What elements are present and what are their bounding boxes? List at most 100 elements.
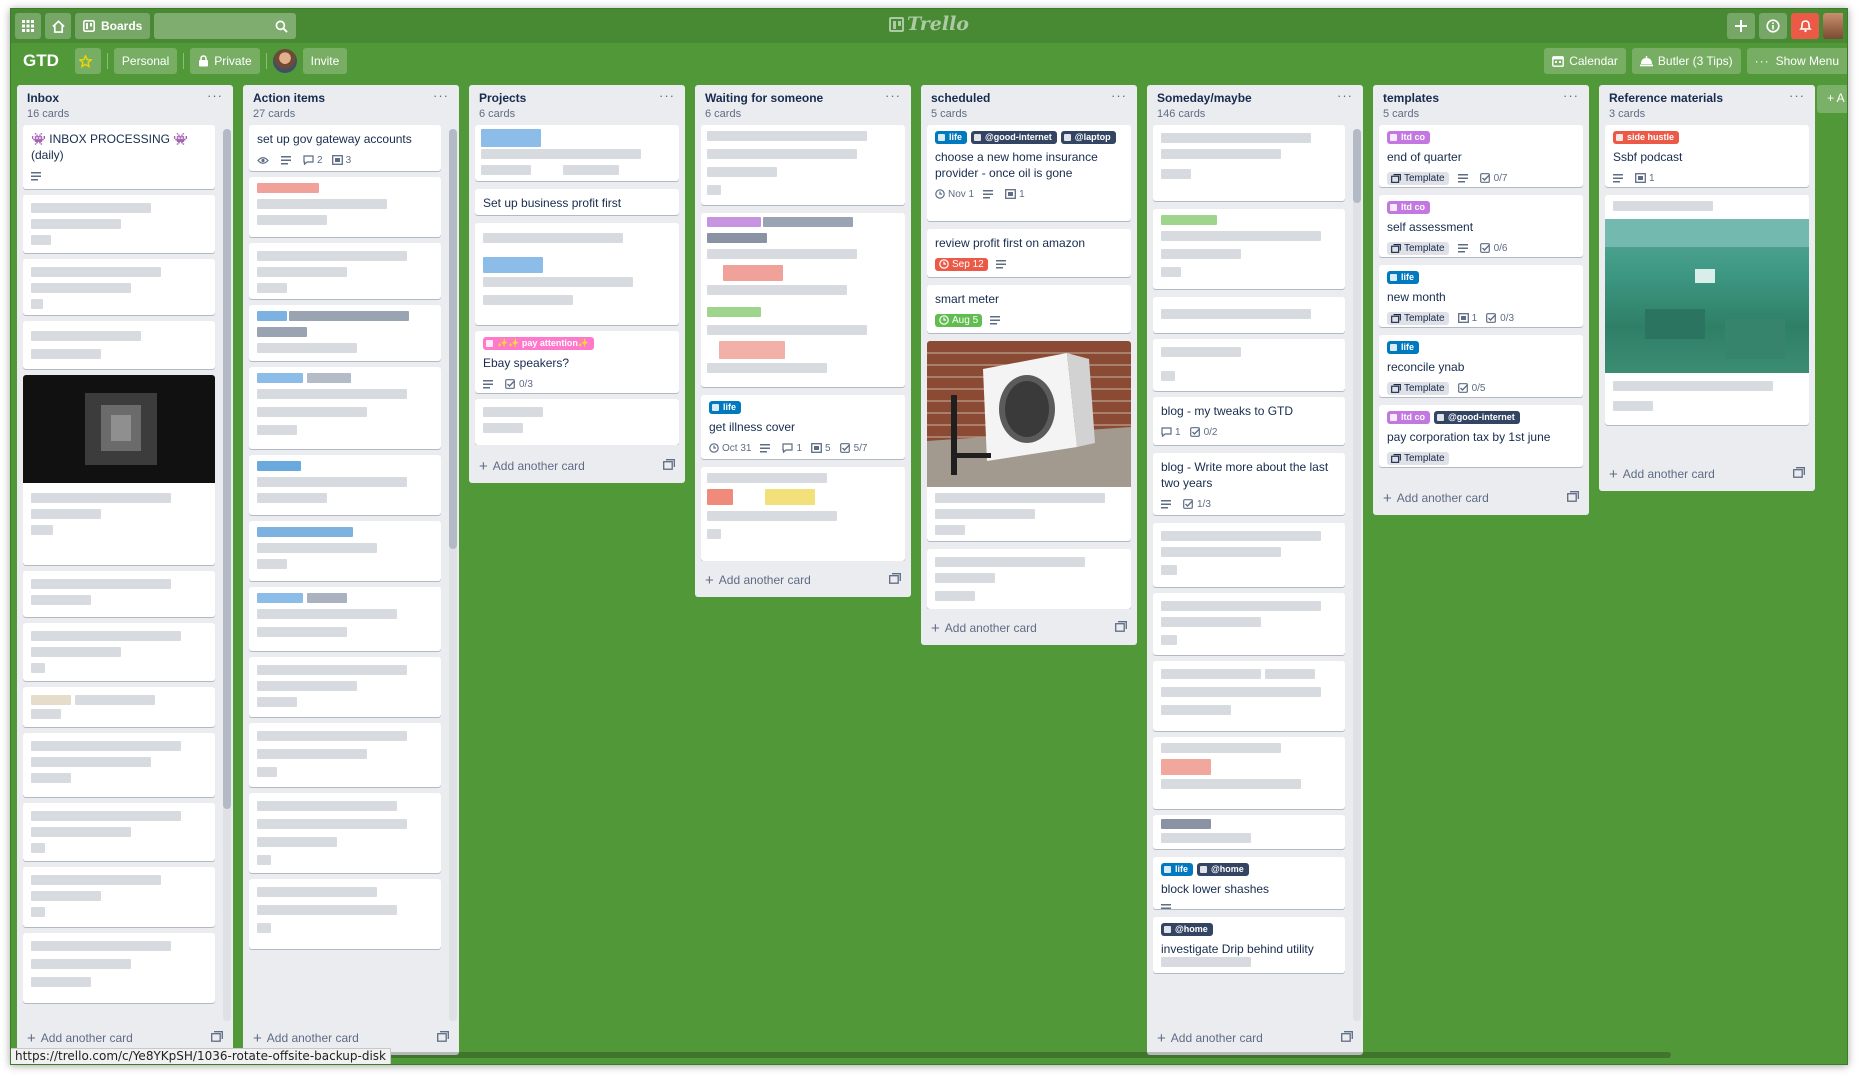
board-horizontal-scrollbar[interactable] [356, 1052, 1847, 1060]
card[interactable]: life get illness cover Oct 31 1 5 5/7 [701, 395, 905, 459]
card[interactable]: ✨✨ pay attention✨ Ebay speakers? 0/3 [475, 331, 679, 393]
scrollbar-thumb[interactable] [356, 1052, 1671, 1058]
invite-button[interactable]: Invite [302, 48, 348, 74]
blurred-card[interactable] [1153, 815, 1345, 849]
template-icon[interactable] [437, 1031, 449, 1045]
blurred-card[interactable] [475, 399, 679, 445]
blurred-card[interactable] [1153, 737, 1345, 809]
list-title[interactable]: Action items [253, 91, 449, 105]
blurred-card[interactable] [23, 623, 215, 681]
blurred-card[interactable] [1153, 339, 1345, 391]
template-card[interactable]: ltd co @good-internet pay corporation ta… [1379, 405, 1583, 467]
list-title[interactable]: Someday/maybe [1157, 91, 1353, 105]
list-title[interactable]: Waiting for someone [705, 91, 901, 105]
blurred-card[interactable] [249, 367, 441, 449]
add-card-button[interactable]: + Add another card [1383, 490, 1489, 507]
blurred-card[interactable] [249, 587, 441, 651]
blurred-card[interactable] [249, 521, 441, 581]
blurred-card[interactable] [1153, 593, 1345, 655]
blurred-card[interactable] [23, 321, 215, 369]
add-card-button[interactable]: + Add another card [931, 620, 1037, 637]
create-button[interactable] [1727, 13, 1755, 39]
visibility-button[interactable]: Private [190, 48, 260, 74]
member-avatar[interactable] [272, 49, 297, 73]
card[interactable]: blog - Write more about the last two yea… [1153, 453, 1345, 515]
add-list-button[interactable]: + A [1817, 85, 1847, 113]
list-menu-icon[interactable]: ··· [885, 88, 901, 103]
card[interactable]: 👾 INBOX PROCESSING 👾 (daily) [23, 125, 215, 189]
blurred-card[interactable] [249, 723, 441, 787]
template-icon[interactable] [1567, 491, 1579, 505]
blurred-card[interactable] [23, 733, 215, 797]
blurred-card[interactable] [701, 125, 905, 205]
list-menu-icon[interactable]: ··· [433, 88, 449, 103]
blurred-card[interactable] [927, 549, 1131, 609]
blurred-card[interactable] [249, 305, 441, 361]
list-header[interactable]: templates 5 cards ··· [1373, 85, 1589, 125]
scrollbar-thumb[interactable] [449, 129, 457, 549]
card[interactable]: blog - my tweaks to GTD 1 0/2 [1153, 397, 1345, 445]
blurred-card[interactable] [249, 657, 441, 717]
list-title[interactable]: scheduled [931, 91, 1127, 105]
template-card[interactable]: ltd co self assessment Template 0/6 [1379, 195, 1583, 257]
template-icon[interactable] [1341, 1031, 1353, 1045]
blurred-card[interactable] [23, 195, 215, 253]
blurred-card[interactable] [23, 687, 215, 727]
image-card[interactable] [1605, 195, 1809, 425]
add-card-button[interactable]: + Add another card [27, 1030, 133, 1047]
blurred-card[interactable] [249, 879, 441, 949]
list-menu-icon[interactable]: ··· [207, 88, 223, 103]
blurred-card[interactable] [1153, 523, 1345, 587]
template-card[interactable]: ltd co end of quarter Template 0/7 [1379, 125, 1583, 187]
list-scrollbar[interactable] [1353, 129, 1361, 1021]
card[interactable]: review profit first on amazon Sep 12 [927, 229, 1131, 277]
boards-button[interactable]: Boards [75, 13, 151, 39]
team-button[interactable]: Personal [113, 48, 178, 74]
image-card[interactable] [927, 341, 1131, 541]
blurred-card[interactable] [1153, 661, 1345, 731]
list-header[interactable]: Inbox 16 cards ··· [17, 85, 233, 125]
apps-grid-button[interactable] [15, 13, 41, 39]
blurred-card[interactable] [1153, 209, 1345, 289]
butler-button[interactable]: Butler (3 Tips) [1631, 48, 1741, 74]
list-title[interactable]: Reference materials [1609, 91, 1805, 105]
blurred-card[interactable] [249, 793, 441, 873]
list-title[interactable]: Inbox [27, 91, 223, 105]
add-card-button[interactable]: + Add another card [1609, 466, 1715, 483]
list-menu-icon[interactable]: ··· [659, 88, 675, 103]
blurred-card[interactable] [249, 455, 441, 515]
list-header[interactable]: Projects 6 cards ··· [469, 85, 685, 125]
blurred-card[interactable] [23, 933, 215, 1003]
card[interactable]: smart meter Aug 5 [927, 285, 1131, 333]
list-menu-icon[interactable]: ··· [1563, 88, 1579, 103]
list-menu-icon[interactable]: ··· [1111, 88, 1127, 103]
list-title[interactable]: Projects [479, 91, 675, 105]
blurred-card[interactable] [701, 467, 905, 561]
list-header[interactable]: Someday/maybe 146 cards ··· [1147, 85, 1363, 125]
template-icon[interactable] [889, 573, 901, 587]
card[interactable]: Set up business profit first [475, 189, 679, 215]
card[interactable]: life @home block lower shashes [1153, 857, 1345, 909]
trello-logo[interactable]: Trello [889, 13, 969, 35]
blurred-card[interactable] [23, 867, 215, 927]
list-header[interactable]: Reference materials 3 cards ··· [1599, 85, 1815, 125]
blurred-card[interactable] [23, 803, 215, 861]
blurred-card[interactable] [249, 243, 441, 299]
list-scrollbar[interactable] [449, 129, 457, 1021]
template-icon[interactable] [1793, 467, 1805, 481]
template-card[interactable]: life reconcile ynab Template 0/5 [1379, 335, 1583, 397]
show-menu-button[interactable]: ··· Show Menu [1746, 48, 1847, 74]
template-icon[interactable] [1115, 621, 1127, 635]
blurred-card[interactable] [1153, 125, 1345, 201]
card[interactable]: set up gov gateway accounts 2 3 [249, 125, 441, 171]
scrollbar-thumb[interactable] [223, 129, 231, 809]
home-button[interactable] [45, 13, 71, 39]
scrollbar-thumb[interactable] [1353, 129, 1361, 203]
board-title[interactable]: GTD [19, 51, 63, 71]
template-icon[interactable] [211, 1031, 223, 1045]
blurred-card[interactable] [249, 177, 441, 237]
template-card[interactable]: life new month Template 1 0/3 [1379, 265, 1583, 327]
list-header[interactable]: Action items 27 cards ··· [243, 85, 459, 125]
star-button[interactable] [74, 48, 101, 74]
blurred-card[interactable] [23, 259, 215, 315]
